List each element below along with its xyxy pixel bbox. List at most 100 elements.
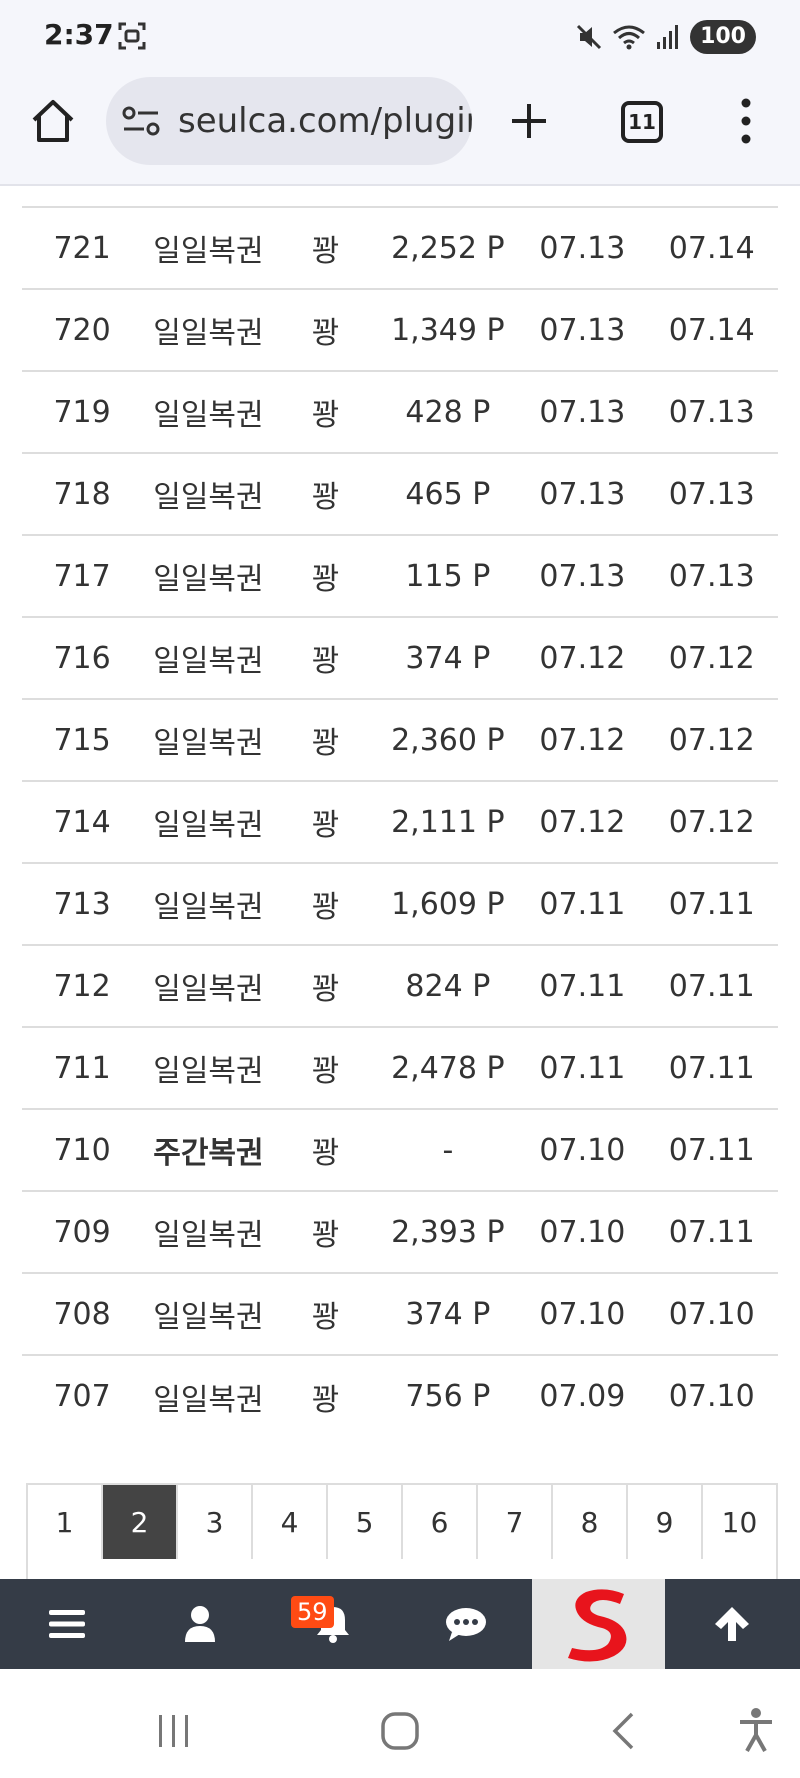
- home-icon[interactable]: [30, 98, 76, 144]
- row-date-end: 07.10: [668, 1379, 755, 1414]
- row-result: 꽝: [311, 562, 340, 597]
- row-result: 꽝: [311, 644, 340, 679]
- table-row[interactable]: 709 일일복권 꽝 2,393 P 07.10 07.11: [22, 1191, 778, 1273]
- row-type: 일일복권: [153, 1382, 264, 1418]
- status-icons: 100: [576, 20, 756, 54]
- system-navigation: [0, 1669, 800, 1778]
- table-row[interactable]: 711 일일복권 꽝 2,478 P 07.11 07.11: [22, 1027, 778, 1109]
- table-row[interactable]: 717 일일복권 꽝 115 P 07.13 07.13: [22, 535, 778, 617]
- table-row[interactable]: 721 일일복권 꽝 2,252 P 07.13 07.14: [22, 207, 778, 289]
- row-number: 707: [53, 1379, 111, 1414]
- table-row[interactable]: 710 주간복권 꽝 - 07.10 07.11: [22, 1109, 778, 1191]
- row-points: 756 P: [405, 1379, 491, 1414]
- pagination-footer: [26, 1557, 778, 1579]
- row-result: 꽝: [311, 234, 340, 269]
- row-number: 710: [53, 1132, 111, 1168]
- table-row[interactable]: 720 일일복권 꽝 1,349 P 07.13 07.14: [22, 289, 778, 371]
- row-points: 115 P: [405, 558, 491, 594]
- site-logo-button[interactable]: [532, 1579, 665, 1669]
- row-points: 465 P: [405, 476, 491, 512]
- site-logo-icon: [567, 1589, 626, 1662]
- page-link-7[interactable]: 7: [478, 1485, 553, 1559]
- row-number: 709: [53, 1214, 111, 1250]
- row-date-end: 07.11: [668, 1050, 755, 1086]
- profile-button[interactable]: [133, 1579, 266, 1669]
- table-row[interactable]: 708 일일복권 꽝 374 P 07.10 07.10: [22, 1273, 778, 1355]
- row-type: 일일복권: [153, 890, 264, 925]
- table-row[interactable]: 714 일일복권 꽝 2,111 P 07.12 07.12: [22, 781, 778, 863]
- row-date-start: 07.10: [539, 1296, 626, 1332]
- row-date-start: 07.12: [539, 640, 626, 676]
- row-date-start: 07.13: [539, 394, 626, 430]
- row-date-end: 07.11: [668, 1214, 755, 1250]
- user-icon: [184, 1606, 215, 1642]
- row-type: 일일복권: [153, 562, 264, 597]
- row-points: 374 P: [405, 1296, 491, 1332]
- page-link-6[interactable]: 6: [403, 1485, 478, 1559]
- recent-apps-icon[interactable]: [157, 1713, 191, 1749]
- wifi-icon: [613, 25, 645, 50]
- table-row[interactable]: 718 일일복권 꽝 465 P 07.13 07.13: [22, 453, 778, 535]
- row-points: 2,393 P: [391, 1214, 505, 1250]
- row-date-start: 07.12: [539, 722, 626, 758]
- row-number: 720: [53, 312, 111, 348]
- row-type: 일일복권: [153, 808, 264, 843]
- table-row[interactable]: 713 일일복권 꽝 1,609 P 07.11 07.11: [22, 863, 778, 945]
- url-text[interactable]: seulca.com/plugin: [178, 101, 472, 141]
- row-date-start: 07.11: [539, 886, 626, 922]
- row-date-start: 07.13: [539, 558, 626, 594]
- page-link-9[interactable]: 9: [628, 1485, 703, 1559]
- address-bar[interactable]: seulca.com/plugin: [106, 77, 472, 165]
- row-type: 일일복권: [153, 1300, 264, 1335]
- table-row[interactable]: 707 일일복권 꽝 756 P 07.09 07.10: [22, 1355, 778, 1437]
- row-type: 일일복권: [153, 234, 264, 269]
- page-link-3[interactable]: 3: [178, 1485, 253, 1559]
- page-link-4[interactable]: 4: [253, 1485, 328, 1559]
- new-tab-icon[interactable]: [506, 98, 552, 144]
- mute-icon: [577, 24, 602, 50]
- page-link-8[interactable]: 8: [553, 1485, 628, 1559]
- row-points: 374 P: [405, 640, 491, 676]
- accessibility-icon[interactable]: [738, 1707, 774, 1753]
- row-type: 일일복권: [153, 1218, 264, 1253]
- row-type: 일일복권: [153, 480, 264, 515]
- row-points: 428 P: [405, 394, 491, 430]
- row-date-end: 07.12: [668, 804, 755, 840]
- row-result: 꽝: [311, 1136, 340, 1171]
- signal-icon: [657, 25, 679, 49]
- row-number: 713: [53, 886, 111, 922]
- back-icon[interactable]: [610, 1711, 636, 1751]
- row-date-start: 07.10: [539, 1132, 626, 1168]
- row-date-end: 07.13: [668, 394, 755, 430]
- more-menu-icon[interactable]: [733, 94, 759, 148]
- menu-button[interactable]: [0, 1579, 133, 1669]
- row-result: 꽝: [311, 398, 340, 433]
- row-type: 주간복권: [153, 1136, 264, 1171]
- row-number: 718: [53, 476, 111, 512]
- chat-button[interactable]: [399, 1579, 532, 1669]
- row-result: 꽝: [311, 1300, 340, 1335]
- tab-switcher-button[interactable]: 11: [621, 101, 663, 143]
- scroll-top-button[interactable]: [665, 1579, 798, 1669]
- row-number: 715: [53, 722, 111, 758]
- notification-badge: 59: [291, 1596, 334, 1628]
- table-row[interactable]: 719 일일복권 꽝 428 P 07.13 07.13: [22, 371, 778, 453]
- page-link-10[interactable]: 10: [703, 1485, 776, 1559]
- lottery-history-table: 721 일일복권 꽝 2,252 P 07.13 07.14 720 일일복권 꽝 1,349 P…: [22, 206, 778, 1437]
- row-date-start: 07.09: [539, 1379, 626, 1414]
- home-nav-icon[interactable]: [380, 1711, 420, 1751]
- page-link-5[interactable]: 5: [328, 1485, 403, 1559]
- arrow-up-icon: [714, 1607, 749, 1641]
- row-points: 2,478 P: [391, 1050, 505, 1086]
- row-result: 꽝: [311, 890, 340, 925]
- row-type: 일일복권: [153, 726, 264, 761]
- row-date-end: 07.14: [668, 312, 755, 348]
- row-type: 일일복권: [153, 972, 264, 1007]
- page-link-1[interactable]: 1: [28, 1485, 103, 1559]
- site-info-icon[interactable]: [122, 105, 162, 139]
- table-row[interactable]: 716 일일복권 꽝 374 P 07.12 07.12: [22, 617, 778, 699]
- table-row[interactable]: 712 일일복권 꽝 824 P 07.11 07.11: [22, 945, 778, 1027]
- row-type: 일일복권: [153, 316, 264, 351]
- table-row[interactable]: 715 일일복권 꽝 2,360 P 07.12 07.12: [22, 699, 778, 781]
- page-link-2[interactable]: 2: [103, 1485, 178, 1559]
